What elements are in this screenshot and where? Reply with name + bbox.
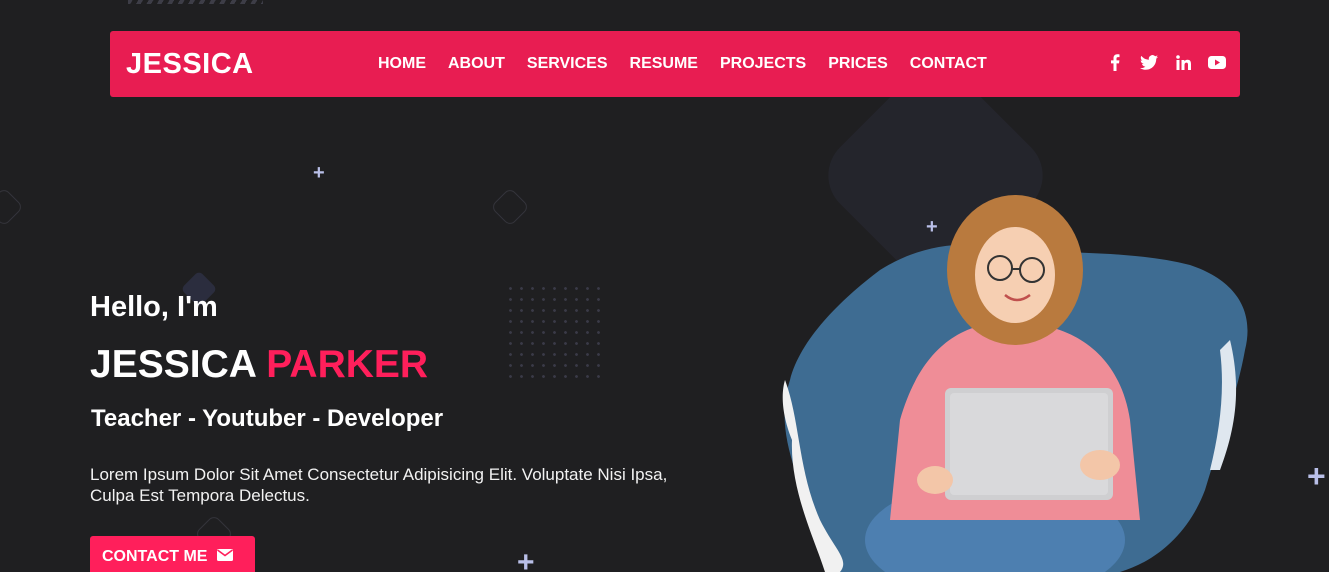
envelope-icon [217,548,234,566]
nav-link-resume[interactable]: RESUME [630,55,698,73]
site-logo[interactable]: JESSICA [126,48,254,81]
decorative-outline-diamond [490,187,530,227]
navbar: JESSICA HOME ABOUT SERVICES RESUME PROJE… [110,31,1240,97]
youtube-icon[interactable] [1208,53,1226,71]
hero-portrait [780,190,1260,572]
contact-me-button[interactable]: CONTACT ME [90,536,255,572]
linkedin-icon[interactable] [1174,53,1192,71]
hero-roles: Teacher - Youtuber - Developer [91,405,444,432]
nav-link-home[interactable]: HOME [378,55,426,73]
nav-link-contact[interactable]: CONTACT [910,55,987,73]
social-links [1106,53,1226,71]
nav-links: HOME ABOUT SERVICES RESUME PROJECTS PRIC… [378,55,987,73]
nav-link-services[interactable]: SERVICES [527,55,608,73]
nav-link-about[interactable]: ABOUT [448,55,505,73]
hero-first-name: JESSICA [90,343,256,386]
plus-icon: + [517,546,535,572]
decorative-dashes [128,0,263,4]
plus-icon: + [1307,458,1326,494]
decorative-dot-grid [505,283,600,380]
nav-link-projects[interactable]: PROJECTS [720,55,806,73]
twitter-icon[interactable] [1140,53,1158,71]
facebook-icon[interactable] [1106,53,1124,71]
decorative-outline-diamond [0,187,24,227]
nav-link-prices[interactable]: PRICES [828,55,888,73]
portfolio-page: + + + + JESSICA HOME ABOUT SERVICES RESU… [0,0,1329,572]
plus-icon: + [313,162,325,184]
hero-name: JESSICA PARKER [90,343,428,387]
hero-greeting: Hello, I'm [90,291,218,323]
hero-intro: Lorem Ipsum Dolor Sit Amet Consectetur A… [90,465,668,505]
hero-last-name: PARKER [266,343,429,386]
contact-me-label: CONTACT ME [102,548,208,565]
